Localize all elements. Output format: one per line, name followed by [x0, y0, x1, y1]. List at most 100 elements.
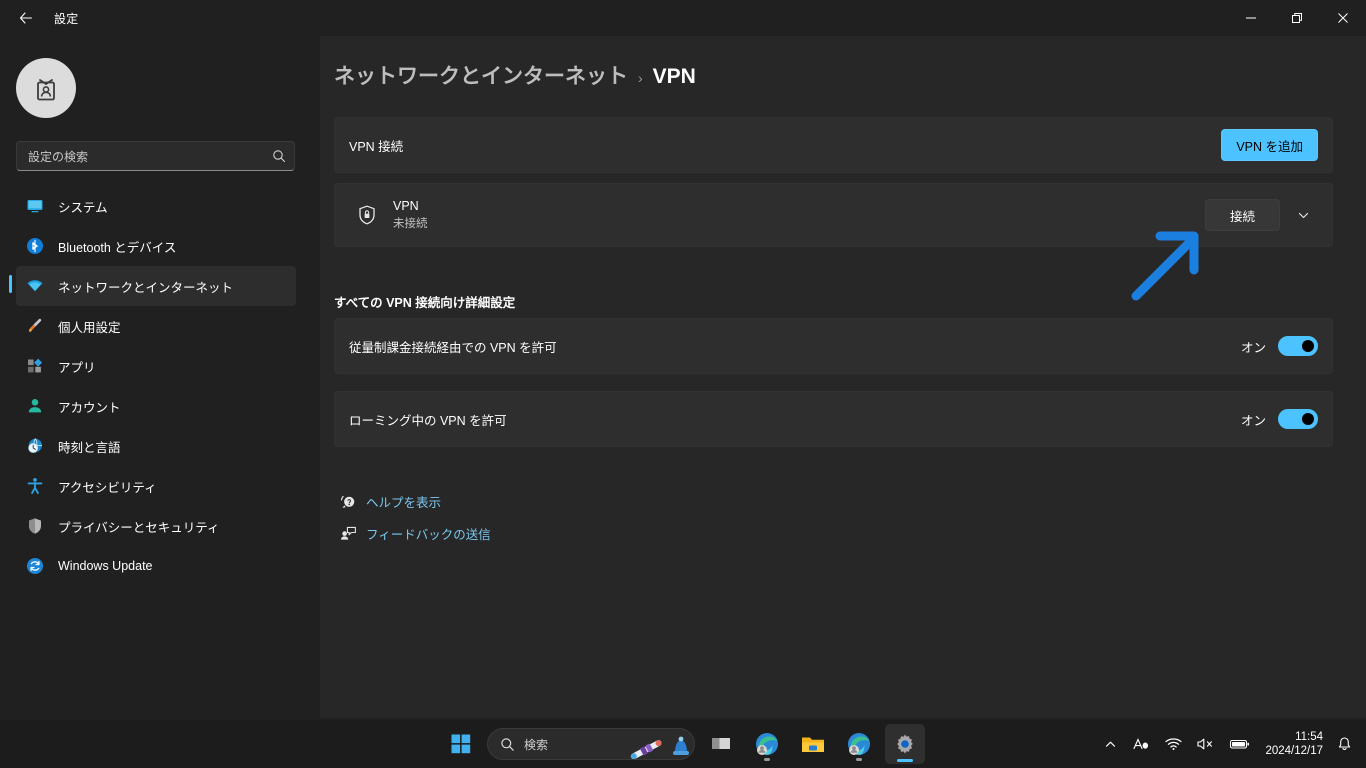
ime-indicator-button[interactable] — [1125, 726, 1157, 762]
maximize-button[interactable] — [1274, 0, 1320, 36]
taskbar-search-box[interactable]: 検索 — [487, 728, 695, 760]
breadcrumb-current: VPN — [652, 65, 696, 88]
sidebar-item-label: Bluetooth とデバイス — [58, 240, 177, 255]
wifi-icon — [20, 277, 50, 295]
arrow-left-icon — [19, 12, 33, 24]
active-app-indicator — [897, 759, 913, 762]
roaming-vpn-toggle[interactable] — [1278, 409, 1318, 429]
breadcrumb: ネットワークとインターネット › VPN — [334, 60, 696, 90]
roaming-vpn-state: オン — [1240, 413, 1266, 428]
sidebar-item-label: Windows Update — [58, 559, 153, 573]
tray-volume-button[interactable] — [1190, 726, 1221, 762]
taskbar-item-edge-1[interactable] — [747, 724, 787, 764]
sidebar-item-personalization[interactable]: 個人用設定 — [16, 306, 296, 346]
avatar[interactable] — [16, 58, 76, 118]
tray-overflow-button[interactable] — [1098, 726, 1123, 762]
advanced-section-title: すべての VPN 接続向け詳細設定 — [334, 296, 516, 310]
back-button[interactable] — [8, 2, 44, 34]
clock-date: 2024/12/17 — [1265, 745, 1323, 757]
minimize-button[interactable] — [1228, 0, 1274, 36]
account-icon — [20, 397, 50, 415]
sidebar-nav: システム Bluetooth とデバイス ネットワークとインターネット 個人用設… — [0, 186, 320, 586]
bell-icon — [1338, 737, 1351, 750]
window-controls — [1228, 0, 1366, 36]
sidebar-item-privacy-security[interactable]: プライバシーとセキュリティ — [16, 506, 296, 546]
send-feedback-link[interactable]: フィードバックの送信 — [334, 524, 491, 543]
battery-icon — [1230, 739, 1250, 749]
sidebar-item-label: アプリ — [58, 360, 96, 375]
taskbar-center-group: 検索 — [441, 724, 925, 764]
tray-wifi-button[interactable] — [1159, 726, 1188, 762]
running-indicator — [764, 758, 770, 761]
tray-battery-button[interactable] — [1223, 726, 1257, 762]
feedback-icon — [334, 525, 362, 542]
settings-search-box[interactable]: 設定の検索 — [16, 141, 295, 171]
apps-icon — [20, 357, 50, 375]
metered-vpn-setting-row: 従量制課金接続経由での VPN を許可 オン — [334, 318, 1333, 374]
metered-vpn-label: 従量制課金接続経由での VPN を許可 — [349, 340, 557, 355]
connect-button[interactable]: 接続 — [1204, 199, 1280, 231]
vpn-connections-card: VPN 接続 VPN を追加 — [334, 117, 1333, 173]
vpn-entry-name: VPN — [393, 199, 419, 213]
sidebar-item-apps[interactable]: アプリ — [16, 346, 296, 386]
wifi-icon — [1165, 738, 1183, 750]
sidebar-item-label: ネットワークとインターネット — [58, 280, 234, 295]
system-tray: 11:54 2024/12/17 — [1098, 720, 1366, 768]
gear-icon — [897, 734, 913, 754]
restore-icon — [1292, 13, 1302, 23]
taskbar-item-edge-2[interactable] — [839, 724, 879, 764]
get-help-label: ヘルプを表示 — [366, 496, 442, 510]
update-icon — [20, 557, 50, 575]
vpn-entry-card[interactable]: VPN 未接続 接続 — [334, 183, 1333, 247]
get-help-link[interactable]: ヘルプを表示 — [334, 492, 441, 511]
window-title: 設定 — [54, 11, 79, 26]
sidebar-item-accounts[interactable]: アカウント — [16, 386, 296, 426]
close-icon — [1338, 13, 1348, 23]
toggle-knob — [1302, 413, 1314, 425]
sidebar-item-label: 時刻と言語 — [58, 440, 121, 455]
sidebar-item-system[interactable]: システム — [16, 186, 296, 226]
search-icon — [501, 737, 514, 751]
metered-vpn-state: オン — [1240, 340, 1266, 355]
clock-time: 11:54 — [1295, 730, 1323, 743]
sidebar-item-bluetooth-devices[interactable]: Bluetooth とデバイス — [16, 226, 296, 266]
taskbar-item-settings[interactable] — [885, 724, 925, 764]
content-area: ネットワークとインターネット › VPN VPN 接続 VPN を追加 VPN … — [320, 36, 1366, 718]
metered-vpn-toggle-wrap: オン — [1241, 336, 1318, 356]
close-button[interactable] — [1320, 0, 1366, 36]
roaming-vpn-label: ローミング中の VPN を許可 — [349, 413, 507, 428]
clock-globe-icon — [20, 437, 50, 455]
search-icon — [273, 150, 286, 163]
running-indicator — [856, 758, 862, 761]
paintbrush-icon — [20, 317, 50, 335]
sidebar-item-network-internet[interactable]: ネットワークとインターネット — [9, 266, 296, 306]
taskbar-item-file-explorer[interactable] — [793, 724, 833, 764]
clock[interactable]: 11:54 2024/12/17 — [1259, 726, 1329, 762]
edge-icon — [756, 733, 778, 755]
sidebar-item-windows-update[interactable]: Windows Update — [16, 546, 296, 586]
add-vpn-button[interactable]: VPN を追加 — [1221, 129, 1318, 161]
id-badge-icon — [37, 79, 55, 101]
taskbar-item-task-view[interactable] — [701, 724, 741, 764]
vpn-entry-expand-button[interactable] — [1288, 199, 1318, 231]
title-bar: 設定 — [0, 0, 1366, 36]
vpn-connections-label: VPN 接続 — [349, 139, 404, 154]
settings-search-placeholder: 設定の検索 — [28, 149, 89, 164]
accessibility-icon — [20, 477, 50, 495]
winter-illustration-icon — [630, 736, 689, 759]
sidebar-item-label: システム — [58, 200, 108, 215]
sidebar-item-time-language[interactable]: 時刻と言語 — [16, 426, 296, 466]
start-button[interactable] — [441, 724, 481, 764]
ime-icon — [1133, 738, 1149, 750]
notification-button[interactable] — [1331, 726, 1358, 762]
breadcrumb-separator-icon: › — [638, 70, 643, 86]
edge-icon — [848, 733, 870, 755]
breadcrumb-parent[interactable]: ネットワークとインターネット — [334, 60, 628, 90]
sidebar: 設定の検索 システム Bluetooth とデバイス ネットワークとインターネッ… — [0, 36, 320, 718]
metered-vpn-toggle[interactable] — [1278, 336, 1318, 356]
taskbar-search-placeholder: 検索 — [524, 737, 549, 752]
roaming-vpn-setting-row: ローミング中の VPN を許可 オン — [334, 391, 1333, 447]
sidebar-item-accessibility[interactable]: アクセシビリティ — [16, 466, 296, 506]
settings-window: 設定 設定の検索 システム Bluetooth とデバイス ネットワークとインタ… — [0, 0, 1366, 768]
windows-logo-icon — [451, 734, 471, 754]
